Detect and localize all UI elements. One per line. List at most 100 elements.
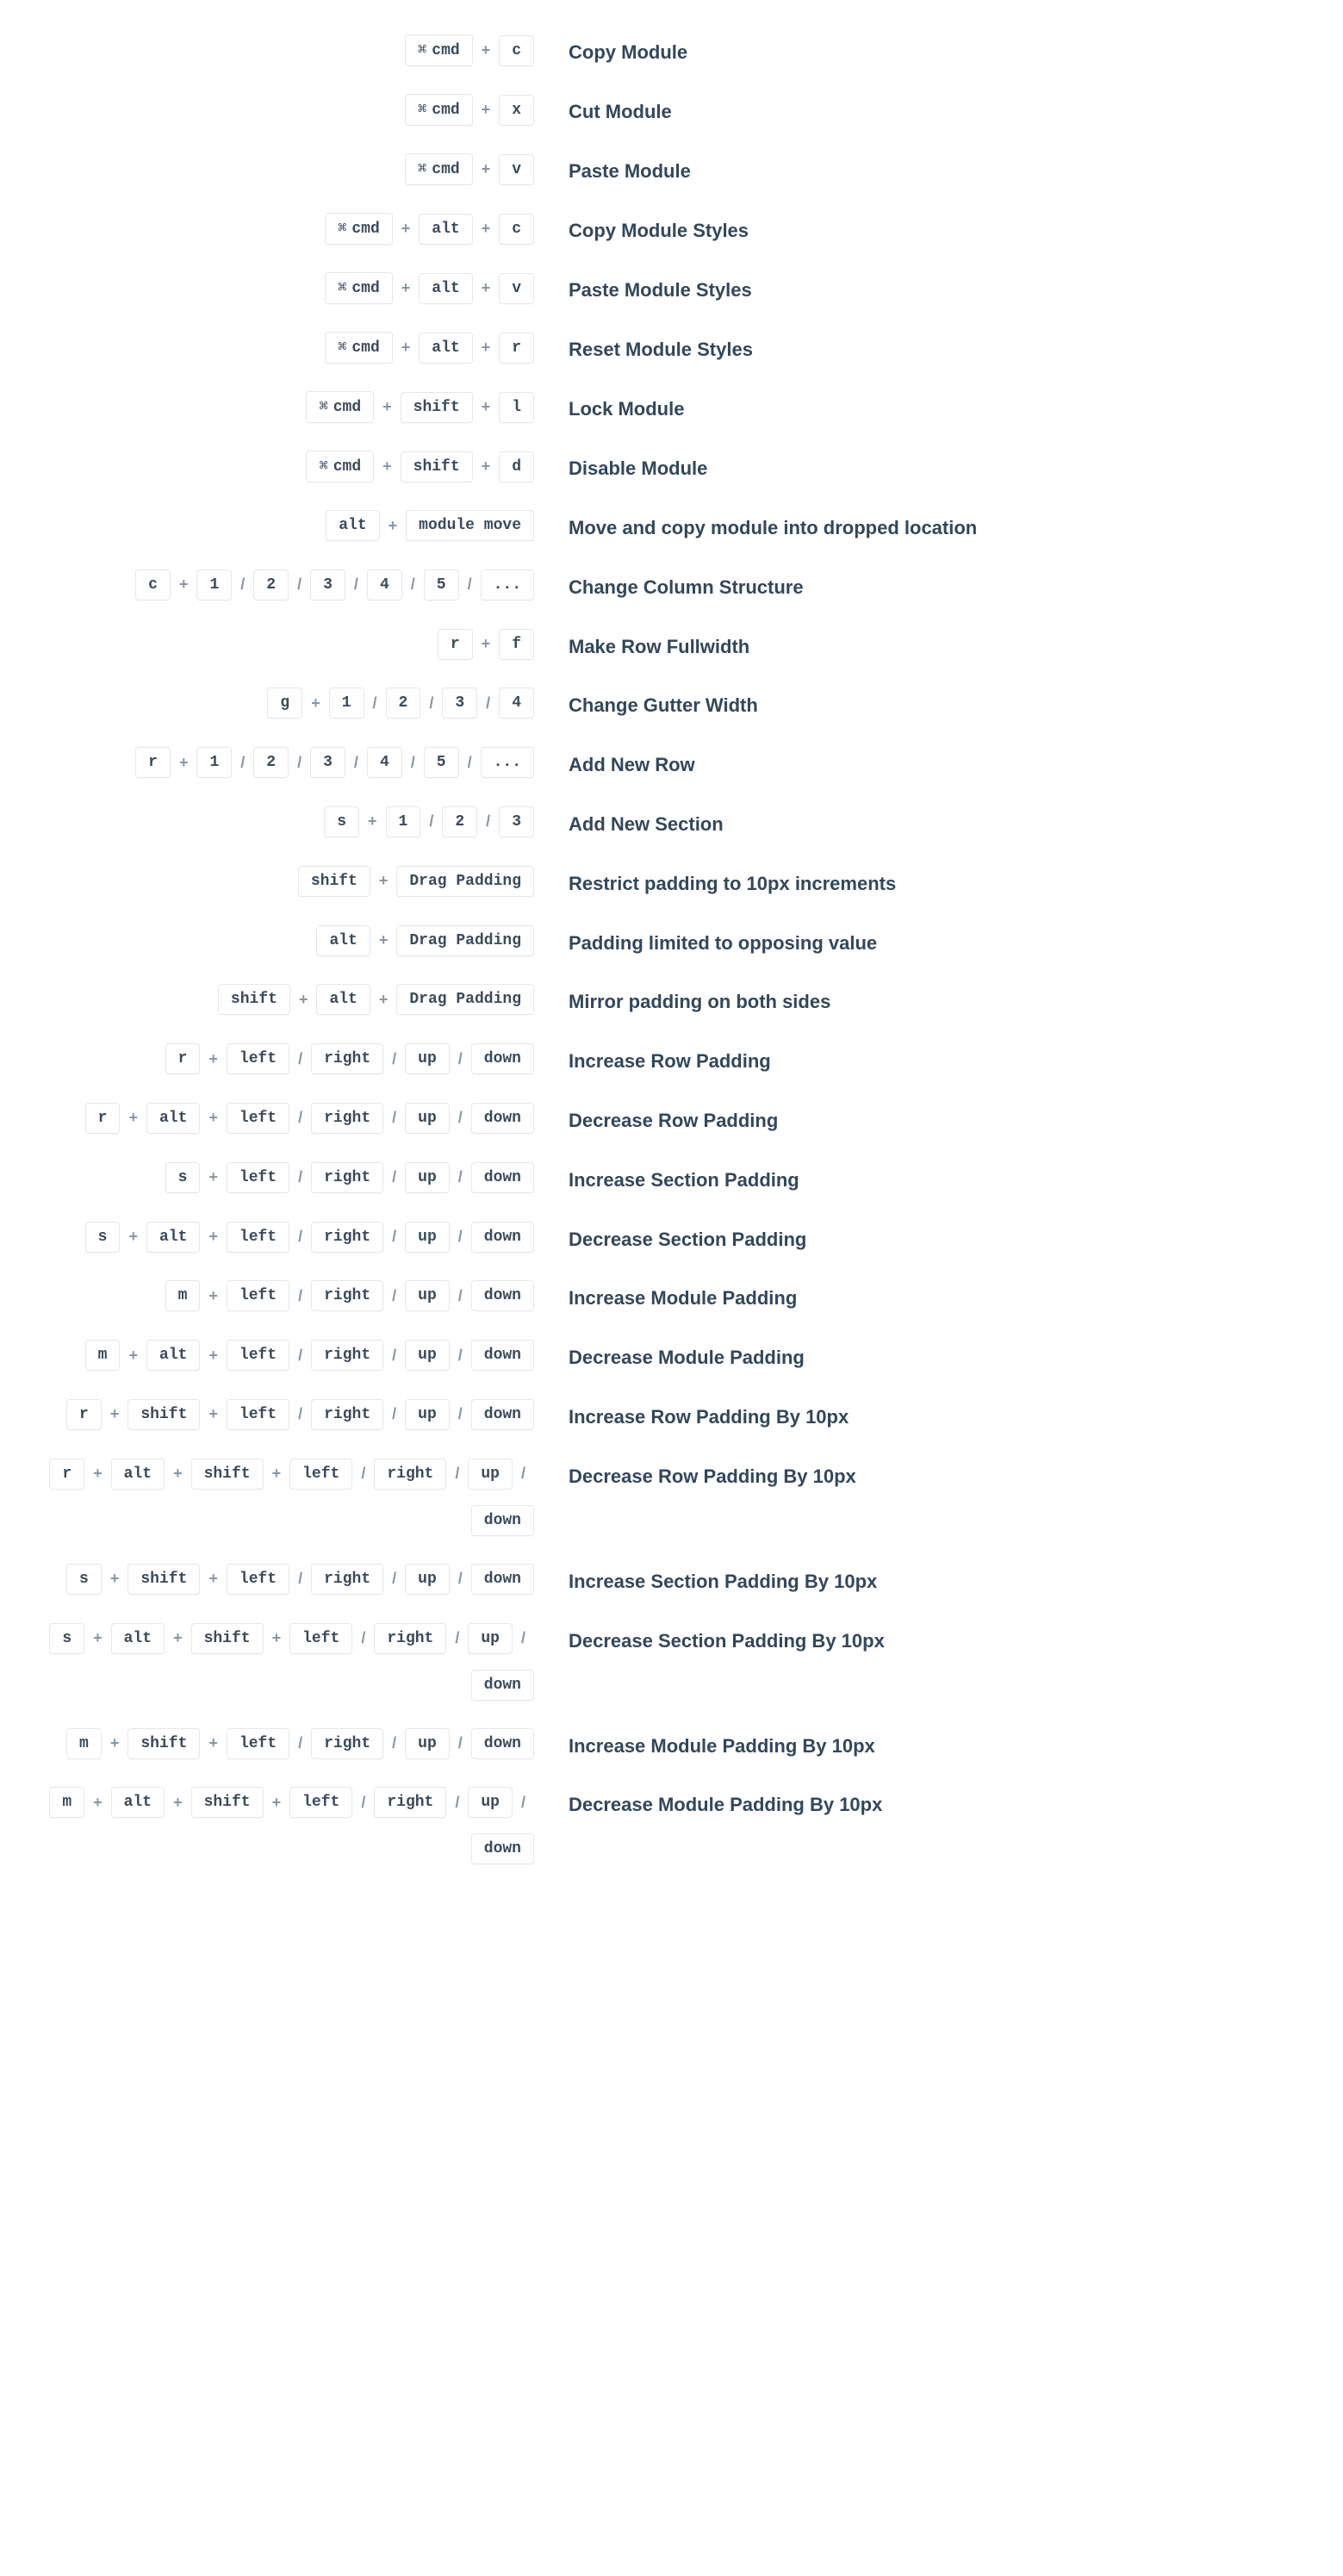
slash-separator: / bbox=[289, 1405, 311, 1423]
slash-separator: / bbox=[459, 754, 481, 772]
key-cmd: ⌘cmd bbox=[405, 94, 473, 126]
shortcut-row: m+left/right/up/downIncrease Module Padd… bbox=[34, 1280, 1309, 1312]
shortcut-description: Increase Row Padding bbox=[551, 1043, 1309, 1075]
shortcut-description: Increase Module Padding By 10px bbox=[551, 1728, 1309, 1760]
keys-line: r+alt+left/right/up/down bbox=[34, 1103, 534, 1134]
shortcut-row: alt+Drag Padding Padding limited to oppos… bbox=[34, 925, 1309, 957]
key-2: 2 bbox=[253, 747, 289, 778]
key-cmd: ⌘cmd bbox=[306, 451, 374, 482]
plus-separator: + bbox=[473, 160, 500, 178]
key-Drag-Padding: Drag Padding bbox=[396, 984, 534, 1015]
keys-line: s+shift+left/right/up/down bbox=[34, 1564, 534, 1595]
key-Drag-Padding: Drag Padding bbox=[396, 925, 534, 956]
key-alt: alt bbox=[419, 333, 472, 364]
key-1: 1 bbox=[386, 806, 421, 837]
key-alt: alt bbox=[111, 1459, 165, 1490]
key-right: right bbox=[374, 1787, 446, 1818]
slash-separator: / bbox=[289, 1050, 311, 1068]
key-left: left bbox=[227, 1564, 289, 1595]
plus-separator: + bbox=[359, 812, 386, 831]
slash-separator: / bbox=[450, 1050, 471, 1068]
plus-separator: + bbox=[370, 931, 397, 949]
keys-column: ⌘cmd+x bbox=[34, 94, 551, 126]
cmd-icon: ⌘ bbox=[418, 41, 426, 59]
shortcut-description: Padding limited to opposing value bbox=[551, 925, 1309, 957]
plus-separator: + bbox=[290, 991, 317, 1009]
key-alt: alt bbox=[146, 1340, 200, 1371]
slash-separator: / bbox=[383, 1405, 405, 1423]
key-up: up bbox=[405, 1340, 450, 1371]
key-r: r bbox=[85, 1103, 121, 1134]
shortcut-description: Decrease Module Padding bbox=[551, 1340, 1309, 1372]
key-4: 4 bbox=[499, 688, 534, 719]
shortcut-row: ⌘cmd+cCopy Module bbox=[34, 34, 1309, 66]
shortcut-description: Paste Module Styles bbox=[551, 272, 1309, 304]
plus-separator: + bbox=[302, 694, 329, 712]
shortcut-description: Increase Module Padding bbox=[551, 1280, 1309, 1312]
shortcut-description: Move and copy module into dropped locati… bbox=[551, 510, 1309, 542]
slash-separator: / bbox=[450, 1347, 471, 1365]
key-left: left bbox=[227, 1728, 289, 1759]
key-cmd: ⌘cmd bbox=[325, 332, 393, 364]
key-r: r bbox=[135, 747, 171, 778]
plus-separator: + bbox=[200, 1347, 227, 1365]
keys-line: m+alt+left/right/up/down bbox=[34, 1340, 534, 1371]
shortcut-row: s+shift+left/right/up/downIncrease Secti… bbox=[34, 1564, 1309, 1596]
key-r: r bbox=[49, 1459, 84, 1490]
key-1: 1 bbox=[196, 569, 232, 600]
slash-separator: / bbox=[446, 1465, 468, 1483]
slash-separator: / bbox=[289, 576, 310, 594]
plus-separator: + bbox=[200, 1050, 227, 1068]
plus-separator: + bbox=[393, 339, 420, 357]
keys-line: s+left/right/up/down bbox=[34, 1162, 534, 1193]
slash-separator: / bbox=[450, 1228, 471, 1246]
keys-column: ⌘cmd+alt+v bbox=[34, 272, 551, 304]
keys-line: ⌘cmd+v bbox=[34, 153, 534, 185]
key-up: up bbox=[405, 1103, 450, 1134]
key-shift: shift bbox=[191, 1787, 264, 1818]
cmd-icon: ⌘ bbox=[319, 457, 327, 476]
keys-line: alt+Drag Padding bbox=[34, 925, 534, 956]
slash-separator: / bbox=[289, 1734, 311, 1752]
cmd-icon: ⌘ bbox=[418, 101, 426, 119]
plus-separator: + bbox=[200, 1287, 227, 1305]
key-down: down bbox=[471, 1564, 534, 1595]
key-v: v bbox=[499, 273, 534, 304]
key-cmd: ⌘cmd bbox=[325, 213, 393, 245]
plus-separator: + bbox=[370, 872, 397, 890]
keys-column: s+left/right/up/down bbox=[34, 1162, 551, 1193]
key-shift: shift bbox=[127, 1728, 200, 1759]
key-cmd: ⌘cmd bbox=[405, 34, 473, 66]
key-cmd: ⌘cmd bbox=[325, 272, 393, 304]
keys-line: m+alt+shift+left/right/up/down bbox=[34, 1787, 534, 1864]
key-l: l bbox=[499, 392, 534, 423]
slash-separator: / bbox=[446, 1629, 468, 1647]
shortcut-row: s+1/2/3Add New Section bbox=[34, 806, 1309, 838]
shortcut-description: Make Row Fullwidth bbox=[551, 629, 1309, 661]
plus-separator: + bbox=[165, 1794, 191, 1812]
plus-separator: + bbox=[200, 1734, 227, 1752]
key-alt: alt bbox=[326, 510, 379, 541]
shortcut-description: Change Column Structure bbox=[551, 569, 1309, 601]
shortcut-description: Add New Row bbox=[551, 747, 1309, 779]
slash-separator: / bbox=[402, 754, 424, 772]
key-up: up bbox=[405, 1564, 450, 1595]
shortcut-description: Decrease Section Padding By 10px bbox=[551, 1623, 1309, 1655]
slash-separator: / bbox=[450, 1570, 471, 1588]
slash-separator: / bbox=[450, 1168, 471, 1186]
keys-column: g+1/2/3/4 bbox=[34, 688, 551, 719]
key-s: s bbox=[165, 1162, 201, 1193]
cmd-icon: ⌘ bbox=[338, 279, 346, 297]
key-left: left bbox=[289, 1623, 352, 1654]
shortcuts-list: ⌘cmd+cCopy Module⌘cmd+xCut Module⌘cmd+vP… bbox=[34, 34, 1309, 1864]
keys-column: m+alt+shift+left/right/up/down bbox=[34, 1787, 551, 1864]
cmd-icon: ⌘ bbox=[338, 220, 346, 238]
shortcut-row: c+1/2/3/4/5/...Change Column Structure bbox=[34, 569, 1309, 601]
key-alt: alt bbox=[146, 1103, 200, 1134]
plus-separator: + bbox=[473, 635, 500, 653]
keys-line: r+left/right/up/down bbox=[34, 1043, 534, 1074]
keys-column: r+1/2/3/4/5/... bbox=[34, 747, 551, 778]
keys-column: shift+Drag Padding bbox=[34, 866, 551, 897]
keys-line: s+alt+shift+left/right/up/down bbox=[34, 1623, 534, 1701]
plus-separator: + bbox=[200, 1109, 227, 1127]
